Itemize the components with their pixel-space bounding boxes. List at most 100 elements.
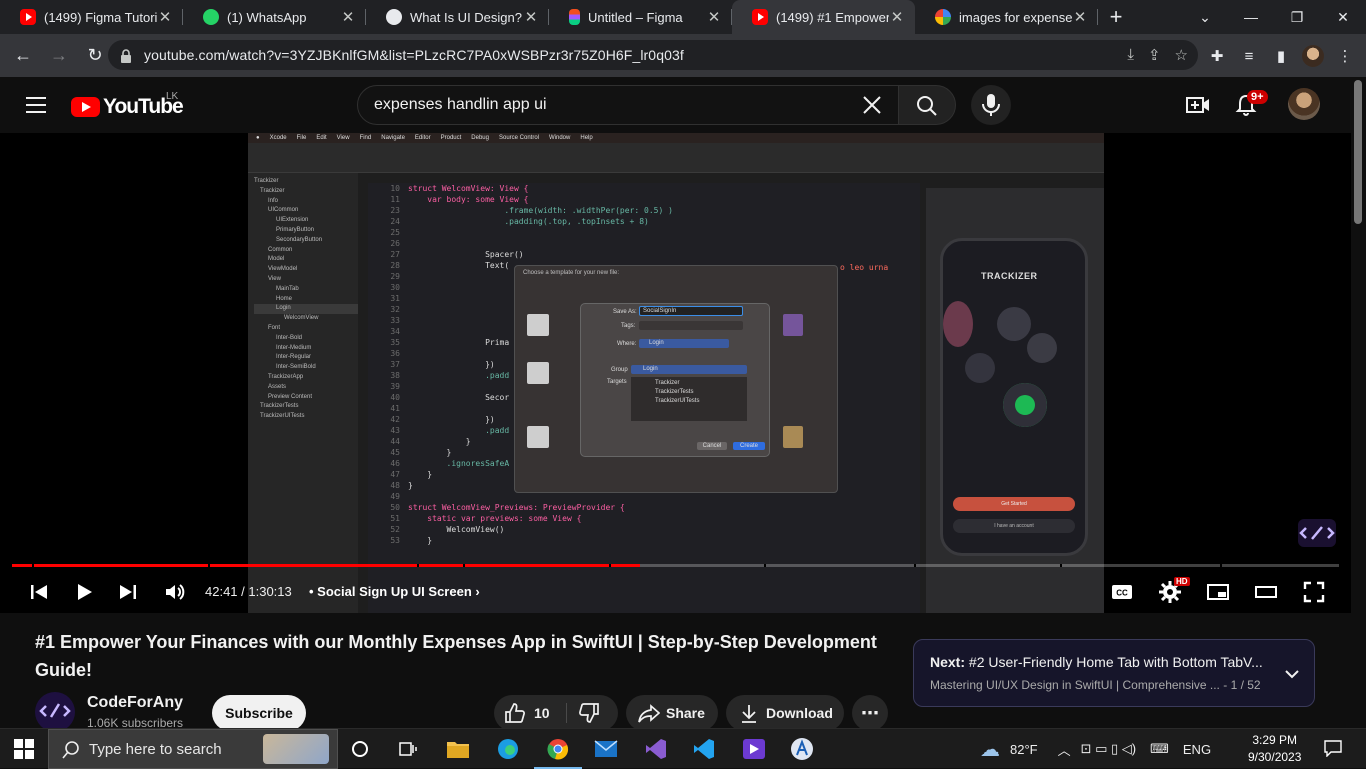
browser-tab[interactable]: (1499) #1 Empower Y✕: [732, 0, 915, 34]
tab-close-icon[interactable]: ✕: [706, 8, 722, 26]
share-page-icon[interactable]: ⇪: [1148, 46, 1161, 64]
tab-close-icon[interactable]: ✕: [157, 8, 173, 26]
targets-label: Targets: [607, 379, 627, 385]
search-query-text[interactable]: expenses handlin app ui: [374, 96, 547, 114]
close-window-icon[interactable]: ✕: [1320, 0, 1366, 34]
video-progress-bar[interactable]: [12, 564, 1339, 567]
channel-watermark-logo[interactable]: [1298, 519, 1336, 547]
search-input[interactable]: expenses handlin app ui: [357, 85, 899, 125]
lock-icon[interactable]: [120, 49, 132, 63]
subscribe-button[interactable]: Subscribe: [212, 695, 306, 731]
browser-menu-icon[interactable]: ⋮: [1332, 43, 1358, 69]
tray-icons[interactable]: ⊡ ▭ ▯ ◁): [1081, 741, 1137, 757]
target-item[interactable]: Trackizer: [655, 379, 747, 388]
tab-close-icon[interactable]: ✕: [523, 8, 539, 26]
channel-name[interactable]: CodeForAny: [87, 694, 183, 712]
keyboard-icon[interactable]: ⌨: [1150, 741, 1169, 757]
install-app-icon[interactable]: ⤓: [1127, 46, 1134, 64]
file-explorer-icon[interactable]: [444, 735, 472, 763]
share-button[interactable]: Share: [626, 695, 718, 731]
next-video-title[interactable]: Next: #2 User-Friendly Home Tab with Bot…: [930, 654, 1263, 670]
chapter-title[interactable]: • Social Sign Up UI Screen ›: [309, 584, 480, 599]
miniplayer-icon[interactable]: [1206, 580, 1230, 604]
tab-close-icon[interactable]: ✕: [889, 8, 905, 26]
more-actions-icon[interactable]: ⋯: [852, 695, 888, 731]
weather-temp[interactable]: 82°F: [1010, 742, 1038, 757]
weather-cloud-icon[interactable]: ☁: [980, 737, 1000, 762]
expand-playlist-chevron-icon[interactable]: [1280, 662, 1304, 686]
xcode-project-navigator: Trackizer Trackizer Info UICommon UIExtensio…: [248, 173, 358, 613]
fullscreen-icon[interactable]: [1302, 580, 1326, 604]
extensions-puzzle-icon[interactable]: ✚: [1204, 43, 1230, 69]
where-select[interactable]: Login: [639, 339, 729, 348]
play-icon[interactable]: [72, 580, 96, 604]
minimize-icon[interactable]: —: [1228, 0, 1274, 34]
page-scrollbar-thumb[interactable]: [1354, 80, 1362, 224]
taskbar-search-box[interactable]: Type here to search: [48, 729, 338, 769]
dialog-create-button[interactable]: Create: [733, 442, 765, 450]
dislike-icon[interactable]: [578, 702, 600, 724]
dialog-cancel-button[interactable]: Cancel: [697, 442, 727, 450]
search-button[interactable]: [898, 85, 956, 125]
task-view-icon[interactable]: [394, 735, 422, 763]
target-item[interactable]: TrackizerTests: [655, 388, 747, 397]
channel-avatar[interactable]: [35, 692, 75, 732]
media-app-icon[interactable]: [740, 735, 768, 763]
theater-mode-icon[interactable]: [1254, 580, 1278, 604]
tab-search-icon[interactable]: ⌄: [1182, 0, 1228, 34]
clear-search-icon[interactable]: [860, 93, 884, 117]
browser-tab[interactable]: (1499) Figma Tutorial ✕: [0, 0, 183, 34]
next-video-icon[interactable]: [116, 580, 140, 604]
code-line: 24 .padding(.top, .topInsets + 8): [372, 216, 920, 227]
side-panel-icon[interactable]: ▮: [1268, 43, 1294, 69]
tags-field[interactable]: [639, 321, 743, 330]
show-hidden-icons-chevron[interactable]: ︿: [1058, 740, 1071, 759]
navigator-item: Trackizer: [254, 178, 279, 184]
media-queue-icon[interactable]: ≡: [1236, 43, 1262, 69]
forward-icon[interactable]: →: [42, 39, 76, 73]
download-button[interactable]: Download: [726, 695, 844, 731]
browser-tab[interactable]: (1) WhatsApp ✕: [183, 0, 366, 34]
volume-icon[interactable]: [163, 580, 187, 604]
hamburger-menu-icon[interactable]: [26, 97, 46, 113]
mail-icon[interactable]: [592, 735, 620, 763]
windows-start-icon[interactable]: [14, 739, 34, 759]
like-count[interactable]: 10: [534, 705, 550, 721]
address-bar[interactable]: youtube.com/watch?v=3YZJBKnlfGM&list=PLz…: [108, 40, 1198, 70]
bookmark-star-icon[interactable]: ☆: [1175, 46, 1188, 64]
tab-close-icon[interactable]: ✕: [340, 8, 356, 26]
group-select[interactable]: Login: [631, 365, 747, 374]
playlist-next-card[interactable]: Next: #2 User-Friendly Home Tab with Bot…: [913, 639, 1315, 707]
input-language[interactable]: ENG: [1183, 742, 1211, 757]
app-a-icon[interactable]: [788, 735, 816, 763]
restore-icon[interactable]: ❐: [1274, 0, 1320, 34]
browser-tab[interactable]: Untitled – Figma ✕: [549, 0, 732, 34]
create-video-icon[interactable]: [1186, 93, 1210, 117]
browser-tab[interactable]: images for expenses ✕: [915, 0, 1098, 34]
voice-search-button[interactable]: [971, 85, 1011, 125]
vs-code-icon[interactable]: [690, 735, 718, 763]
captions-icon[interactable]: CC: [1110, 580, 1134, 604]
account-avatar[interactable]: [1288, 88, 1320, 120]
video-frame[interactable]: ● Xcode File Edit View Find Navigate Editor Prod…: [248, 133, 1104, 613]
video-player[interactable]: ● Xcode File Edit View Find Navigate Editor Prod…: [0, 133, 1351, 613]
previous-video-icon[interactable]: [27, 580, 51, 604]
cortana-circle-icon[interactable]: [346, 735, 374, 763]
edge-browser-icon[interactable]: [494, 735, 522, 763]
taskbar-clock[interactable]: 3:29 PM 9/30/2023: [1248, 732, 1301, 766]
visual-studio-icon[interactable]: [642, 735, 670, 763]
tab-close-icon[interactable]: ✕: [1072, 8, 1088, 26]
taskbar-search-placeholder[interactable]: Type here to search: [89, 741, 222, 758]
browser-tab[interactable]: What Is UI Design? | V✕: [366, 0, 549, 34]
chrome-browser-icon[interactable]: [534, 735, 582, 769]
reload-icon[interactable]: ↻: [78, 39, 112, 73]
like-icon[interactable]: [504, 702, 526, 724]
notification-center-icon[interactable]: [1324, 739, 1342, 758]
save-as-field[interactable]: SocialSignIn: [639, 306, 743, 316]
new-tab-button[interactable]: +: [1098, 0, 1134, 34]
youtube-logo[interactable]: YouTube LK: [71, 91, 184, 119]
url-text[interactable]: youtube.com/watch?v=3YZJBKnlfGM&list=PLz…: [144, 47, 684, 63]
target-item[interactable]: TrackizerUITests: [655, 397, 747, 406]
profile-avatar[interactable]: [1300, 43, 1326, 69]
back-icon[interactable]: ←: [6, 39, 40, 73]
